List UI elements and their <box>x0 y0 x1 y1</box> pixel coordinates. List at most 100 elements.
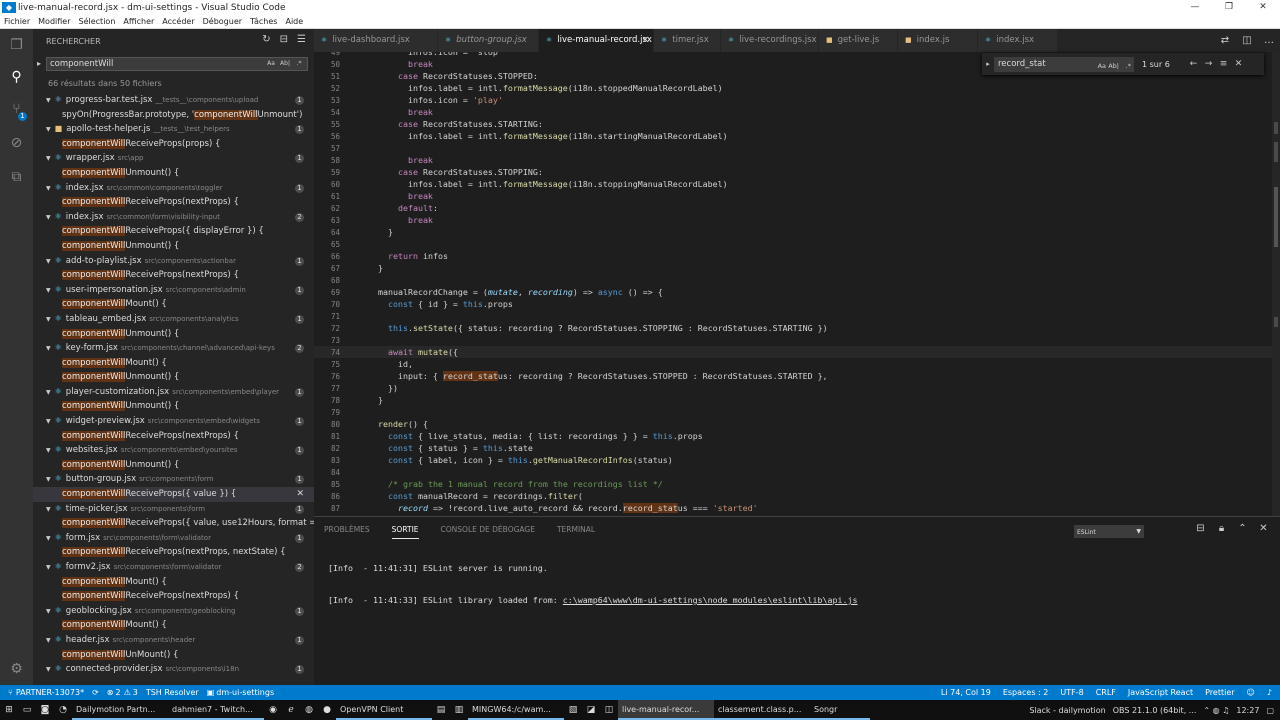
clear-output-icon[interactable]: ⊟ <box>1190 523 1211 534</box>
taskbar-app[interactable]: classement.class.p... <box>714 700 810 720</box>
more-actions-icon[interactable]: … <box>1258 29 1280 52</box>
tab-problems[interactable]: PROBLÈMES <box>324 521 370 539</box>
search-result-file[interactable]: ▼ ⚛ index.jsx src\common\components\toggler… <box>33 181 314 196</box>
menu-debug[interactable]: Déboguer <box>203 17 242 26</box>
previous-match-icon[interactable]: ← <box>1186 59 1201 69</box>
chevron-down-icon[interactable]: ▼ <box>46 287 51 294</box>
language-mode[interactable]: JavaScript React <box>1128 685 1193 700</box>
editor-tab[interactable]: ⚛ live-manual-record.jsx × <box>539 29 654 52</box>
maximize-button[interactable]: ❐ <box>1212 0 1246 15</box>
chevron-down-icon[interactable]: ▼ <box>46 535 51 542</box>
git-branch[interactable]: PARTNER-13073* <box>16 688 84 697</box>
encoding[interactable]: UTF-8 <box>1060 685 1083 700</box>
toggle-replace-icon[interactable]: ▸ <box>982 60 994 68</box>
tab-terminal[interactable]: TERMINAL <box>557 521 595 539</box>
explorer-icon[interactable]: ❐ <box>0 31 33 59</box>
search-result-match[interactable]: componentWillMount() { <box>33 575 314 590</box>
chevron-down-icon[interactable]: ▼ <box>46 389 51 396</box>
editor-tab[interactable]: ⚛ index.jsx <box>978 29 1058 52</box>
search-result-file[interactable]: ▼ ⚛ form.jsx src\components\form\validator 1 <box>33 531 314 546</box>
find-whole-word[interactable]: Ab| <box>1108 59 1119 74</box>
search-result-match[interactable]: componentWillReceiveProps(props) { <box>33 137 314 152</box>
whole-word-button[interactable]: Ab| <box>279 59 291 69</box>
chevron-down-icon[interactable]: ▼ <box>46 476 51 483</box>
search-result-file[interactable]: ▼ ⚛ user-impersonation.jsx src\components\a… <box>33 283 314 298</box>
editor-tab[interactable]: ⚛ live-recordings.jsx <box>721 29 819 52</box>
pinned-app-icon[interactable]: ◫ <box>600 700 618 720</box>
toggle-replace-icon[interactable]: ▸ <box>37 59 41 68</box>
search-result-file[interactable]: ▼ ⚛ widget-preview.jsx src\components\embed… <box>33 414 314 429</box>
error-count[interactable]: 2 <box>115 688 120 697</box>
cursor-position[interactable]: Li 74, Col 19 <box>941 685 991 700</box>
dismiss-icon[interactable]: ✕ <box>296 487 304 502</box>
output-file-link[interactable]: c:\wamp64\www\dm-ui-settings\node_module… <box>563 595 858 605</box>
task-view-icon[interactable]: ▭ <box>18 700 36 720</box>
search-result-match[interactable]: componentWillUnMount() { <box>33 648 314 663</box>
chevron-down-icon[interactable]: ▼ <box>46 345 51 352</box>
overview-ruler[interactable] <box>1272 52 1280 516</box>
open-changes-icon[interactable]: ⇄ <box>1214 29 1236 52</box>
search-result-match[interactable]: componentWillReceiveProps(nextProps) { <box>33 429 314 444</box>
search-result-file[interactable]: ▼ ⚛ player-customization.jsx src\components… <box>33 385 314 400</box>
search-result-match[interactable]: componentWillReceiveProps(nextProps) { <box>33 589 314 604</box>
taskbar-app[interactable]: Dailymotion Partn... <box>72 700 168 720</box>
search-result-match[interactable]: componentWillReceiveProps({ value }) {✕ <box>33 487 314 502</box>
search-result-file[interactable]: ▼ ⚛ key-form.jsx src\components\channel\adv… <box>33 341 314 356</box>
chevron-down-icon[interactable]: ▼ <box>46 418 51 425</box>
extensions-icon[interactable]: ⧉ <box>0 163 33 191</box>
search-result-match[interactable]: componentWillReceiveProps(nextProps, nex… <box>33 545 314 560</box>
pinned-app-icon[interactable]: ◔ <box>54 700 72 720</box>
search-result-file[interactable]: ▼ ⚛ time-picker.jsx src\components\form 1 <box>33 502 314 517</box>
chevron-down-icon[interactable]: ▼ <box>46 126 51 133</box>
chevron-down-icon[interactable]: ▼ <box>46 214 51 221</box>
search-result-file[interactable]: ▼ ⚛ formv2.jsx src\components\form\validato… <box>33 560 314 575</box>
search-result-match[interactable]: componentWillUnmount() { <box>33 399 314 414</box>
notifications-icon[interactable]: ▢ <box>1266 706 1274 715</box>
menu-edit[interactable]: Modifier <box>38 17 70 26</box>
tab-output[interactable]: SORTIE <box>391 521 419 539</box>
taskbar-app[interactable]: dahmien7 - Twitch... <box>168 700 264 720</box>
search-result-match[interactable]: componentWillUnmount() { <box>33 327 314 342</box>
pinned-app-icon[interactable]: ◙ <box>36 700 54 720</box>
pinned-app-icon[interactable]: ▧ <box>564 700 582 720</box>
ruler-slider[interactable] <box>1274 187 1278 247</box>
warning-count[interactable]: 3 <box>133 688 138 697</box>
code-editor[interactable]: 49 infos.icon = 'stop' 50 break 51 case Re… <box>314 52 1280 516</box>
gear-icon[interactable]: ⚙ <box>0 655 33 683</box>
chevron-down-icon[interactable]: ▼ <box>46 564 51 571</box>
taskbar-app[interactable]: MINGW64:/c/wam... <box>468 700 564 720</box>
editor-tab[interactable]: ■ get-live.js <box>819 29 898 52</box>
tab-debug-console[interactable]: CONSOLE DE DÉBOGAGE <box>441 521 535 539</box>
search-result-file[interactable]: ▼ ⚛ add-to-playlist.jsx src\components\acti… <box>33 254 314 269</box>
search-result-match[interactable]: componentWillMount() { <box>33 297 314 312</box>
find-input[interactable]: record_stat Aa Ab| .* <box>994 56 1134 74</box>
chevron-down-icon[interactable]: ▼ <box>46 155 51 162</box>
workspace-folder[interactable]: dm-ui-settings <box>216 688 274 697</box>
match-case-button[interactable]: Aa <box>265 59 277 69</box>
formatter[interactable]: Prettier <box>1205 685 1234 700</box>
chevron-down-icon[interactable]: ▼ <box>46 666 51 673</box>
chevron-down-icon[interactable]: ▼ <box>46 447 51 454</box>
split-editor-icon[interactable]: ◫ <box>1236 29 1258 52</box>
search-result-match[interactable]: componentWillUnmount() { <box>33 166 314 181</box>
maximize-panel-icon[interactable]: ⌃ <box>1232 523 1253 534</box>
pinned-app-icon[interactable]: ◍ <box>300 700 318 720</box>
menu-file[interactable]: Fichier <box>4 17 30 26</box>
line-ending[interactable]: CRLF <box>1096 685 1116 700</box>
search-result-match[interactable]: componentWillUnmount() { <box>33 370 314 385</box>
close-window-button[interactable]: ✕ <box>1246 0 1280 15</box>
editor-tab[interactable]: ■ index.js <box>898 29 978 52</box>
debug-icon[interactable]: ⊘ <box>0 129 33 157</box>
pinned-app-icon[interactable]: ▥ <box>450 700 468 720</box>
search-result-file[interactable]: ▼ ⚛ index.jsx src\common\form\visibility-in… <box>33 210 314 225</box>
regex-button[interactable]: .* <box>293 59 305 69</box>
taskbar-app[interactable]: OBS 21.1.0 (64bit, ... <box>1113 706 1197 715</box>
sync-icon[interactable]: ⟳ <box>92 688 99 697</box>
pinned-app-icon[interactable]: ● <box>318 700 336 720</box>
search-input[interactable]: componentWill Aa Ab| .* <box>46 57 308 71</box>
search-result-file[interactable]: ▼ ⚛ websites.jsx src\components\embed\yours… <box>33 443 314 458</box>
indentation[interactable]: Espaces : 2 <box>1003 685 1049 700</box>
editor-tab[interactable]: ⚛ timer.jsx <box>654 29 721 52</box>
search-result-match[interactable]: componentWillReceiveProps(nextProps) { <box>33 268 314 283</box>
search-result-file[interactable]: ▼ ■ apollo-test-helper.js __tests__\test_he… <box>33 122 314 137</box>
